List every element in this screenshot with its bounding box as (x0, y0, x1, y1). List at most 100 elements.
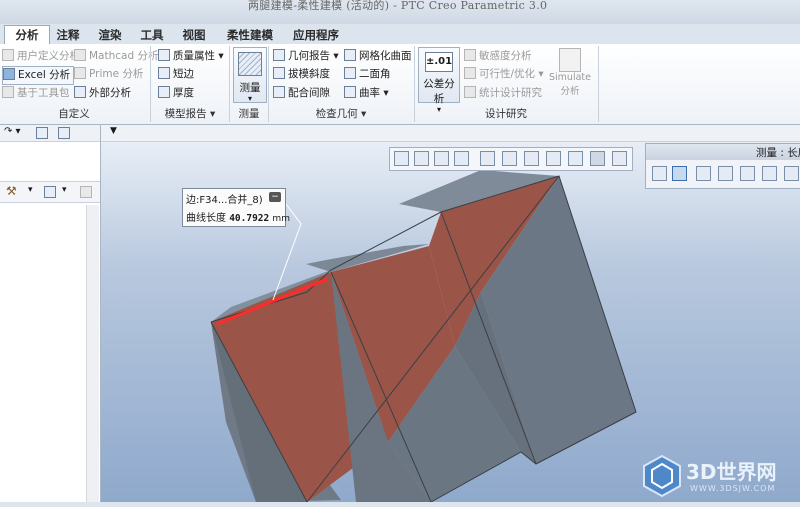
collapse-icon[interactable]: − (269, 192, 281, 202)
mesh-icon (344, 49, 356, 61)
angle-icon[interactable] (718, 166, 733, 181)
measure-button[interactable]: 测量 ▾ (233, 47, 267, 103)
tab-view[interactable]: 视图 (176, 26, 212, 44)
excel-analysis-button[interactable]: Excel 分析 (2, 66, 75, 85)
prime-analysis-button[interactable]: Prime 分析 (74, 66, 143, 83)
geometry-report-icon (273, 49, 285, 61)
user-analysis-icon (2, 49, 14, 61)
watermark: 3D世界网 WWW.3DSJW.COM (642, 452, 792, 502)
group-label-inspect[interactable]: 检查几何 ▾ (270, 106, 412, 122)
volume-icon[interactable] (784, 166, 799, 181)
mathcad-analysis-button[interactable]: Mathcad 分析 (74, 48, 158, 65)
tolerance-icon: ±.01 (425, 52, 453, 72)
group-label-measure: 测量 (238, 108, 260, 120)
title-bar: 两腿建模-柔性建模 (活动的) - PTC Creo Parametric 3.… (0, 0, 800, 24)
spin-center-icon[interactable] (612, 151, 627, 166)
short-edge-icon (158, 67, 170, 79)
draft-button[interactable]: 拔模斜度 (273, 66, 330, 83)
area-icon[interactable] (762, 166, 777, 181)
curve-length-value: 40.7922 (229, 213, 270, 224)
tab-applications[interactable]: 应用程序 (286, 26, 346, 44)
distance-icon[interactable] (696, 166, 711, 181)
chevron-down-icon[interactable]: ▼ (110, 126, 117, 136)
curvature-icon (344, 86, 356, 98)
sensitivity-analysis-button[interactable]: 敏感度分析 (464, 48, 532, 65)
chevron-down-icon: ▾ (247, 94, 252, 103)
watermark-logo-icon (643, 454, 681, 498)
ribbon-divider (598, 46, 599, 122)
datum-display-icon[interactable] (568, 151, 583, 166)
ribbon-divider (268, 46, 269, 122)
measure-panel-title: 测量 : 长度 (756, 147, 800, 159)
tree-filter-icon[interactable] (58, 127, 70, 139)
diameter-icon[interactable] (740, 166, 755, 181)
statistical-design-button[interactable]: 统计设计研究 (464, 85, 542, 102)
tab-analysis[interactable]: 分析 (4, 25, 50, 46)
watermark-brand: 3D世界网 (686, 460, 777, 484)
prime-icon (74, 67, 86, 79)
geometry-report-button[interactable]: 几何报告 ▾ (273, 48, 339, 65)
user-defined-analysis-button[interactable]: 用户定义分析 (2, 48, 80, 65)
external-analysis-button[interactable]: 外部分析 (74, 85, 131, 102)
excel-icon (3, 68, 15, 80)
group-label-custom: 自定义 (58, 108, 90, 120)
clearance-icon (273, 86, 285, 98)
thickness-icon (158, 86, 170, 98)
annotation-display-icon[interactable] (590, 151, 605, 166)
zoom-out-icon[interactable] (434, 151, 449, 166)
short-edge-button[interactable]: 短边 (158, 66, 194, 83)
grid-icon[interactable] (80, 186, 92, 198)
redo-icon[interactable]: ↷ ▾ (4, 126, 21, 137)
tolerance-analysis-button[interactable]: ±.01 公差分析 ▾ (418, 47, 460, 114)
panel-toolbar: ↷ ▾ (0, 125, 100, 142)
tree-settings-icon[interactable] (36, 127, 48, 139)
display-style-icon[interactable] (480, 151, 495, 166)
mesh-surface-button[interactable]: 网格化曲面 (344, 48, 412, 65)
length-icon[interactable] (652, 166, 667, 181)
chevron-down-icon[interactable]: ▾ (28, 185, 33, 195)
measure-callout[interactable]: 边:F34...合并_8) − 曲线长度 40.7922 mm (182, 188, 290, 227)
external-analysis-icon (74, 86, 86, 98)
thickness-button[interactable]: 厚度 (158, 85, 194, 102)
measure-panel: 测量 : 长度 (645, 143, 800, 189)
group-label-model-report[interactable]: 模型报告 ▾ (152, 106, 228, 122)
feasibility-icon (464, 67, 476, 79)
tree-toolbar: ⚒ ▾ ▾ (0, 181, 100, 203)
perspective-icon[interactable] (546, 151, 561, 166)
tools-icon[interactable]: ⚒ (6, 184, 17, 198)
callout-length-row: 曲线长度 40.7922 mm (186, 209, 290, 224)
curvature-button[interactable]: 曲率 ▾ (344, 85, 389, 102)
dihedral-icon (344, 67, 356, 79)
simulate-button[interactable]: Simulate 分析 (548, 48, 592, 102)
group-label-design-study: 设计研究 (485, 108, 527, 120)
clearance-button[interactable]: 配合间隙 (273, 85, 330, 102)
tab-render[interactable]: 渲染 (92, 26, 128, 44)
mass-properties-icon (158, 49, 170, 61)
ribbon-divider (150, 46, 151, 122)
ribbon-divider (414, 46, 415, 122)
refit-icon[interactable] (394, 151, 409, 166)
dihedral-angle-button[interactable]: 二面角 (344, 66, 391, 83)
chevron-down-icon[interactable]: ▾ (62, 185, 67, 195)
statistical-design-icon (464, 86, 476, 98)
measure-panel-header: 测量 : 长度 (646, 144, 800, 160)
draft-icon (273, 67, 285, 79)
zoom-in-icon[interactable] (414, 151, 429, 166)
tab-tools[interactable]: 工具 (134, 26, 170, 44)
mass-properties-button[interactable]: 质量属性 ▾ (158, 48, 224, 65)
watermark-url: WWW.3DSJW.COM (690, 484, 776, 493)
tab-flexible-modeling[interactable]: 柔性建模 (218, 26, 282, 44)
toolkit-analysis-button[interactable]: 基于工具包 (2, 85, 70, 102)
saved-views-icon[interactable] (502, 151, 517, 166)
feasibility-button[interactable]: 可行性/优化 ▾ (464, 66, 544, 83)
curve-length-icon[interactable] (672, 166, 687, 181)
tab-annotate[interactable]: 注释 (50, 26, 86, 44)
repaint-icon[interactable] (454, 151, 469, 166)
mathcad-icon (74, 49, 86, 61)
toolkit-icon (2, 86, 14, 98)
view-manager-icon[interactable] (524, 151, 539, 166)
vertical-scrollbar[interactable] (86, 205, 99, 505)
view-toolbar (389, 147, 633, 171)
list-icon[interactable] (44, 186, 56, 198)
sensitivity-icon (464, 49, 476, 61)
